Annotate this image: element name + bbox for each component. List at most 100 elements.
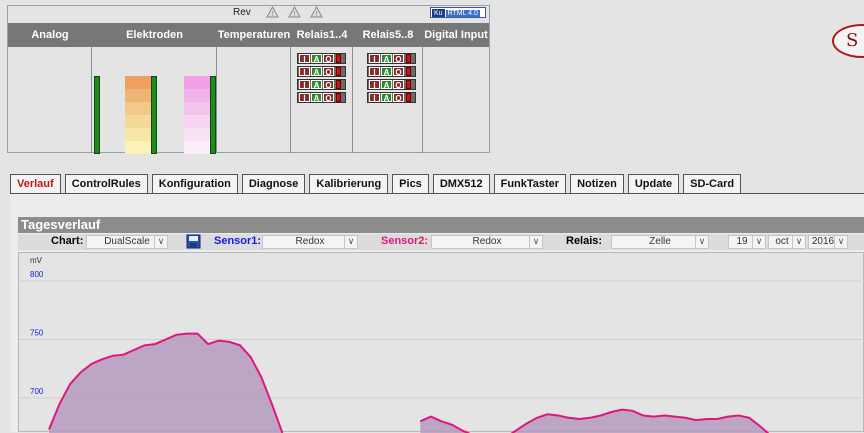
version-badge: Ku RTML 4.0 [430,7,486,18]
electrode-scale-segment [184,76,210,89]
chevron-down-icon: ∨ [529,235,542,249]
chevron-down-icon: ∨ [695,235,708,249]
tab-update[interactable]: Update [627,174,680,193]
relay-i-button[interactable]: I [369,67,380,77]
sensor2-select[interactable]: Redox ∨ [431,235,543,249]
relay-i-button[interactable]: I [369,93,380,103]
relay-o-button[interactable]: O [323,67,334,77]
relay-a-button[interactable]: A [381,54,392,64]
brand-logo: S [832,24,864,58]
relay-row: IAO [297,66,346,77]
relay-status-led [406,80,411,89]
relay-i-button[interactable]: I [299,54,310,64]
relay-status-led [406,67,411,76]
main-tabs: Verlauf ControlRules Konfiguration Diagnose… [10,174,745,194]
relais5-8-cell: IAOIAOIAOIAO [353,47,423,153]
electrode-color-scale [125,76,151,154]
relais-label: Relais: [566,235,603,247]
panel-titlebar: Rev ! ! ! Ku RTML 4.0 [8,6,489,20]
status-panel: Rev ! ! ! Ku RTML 4.0 Analog Elektroden T… [7,5,490,154]
relais-value: Zelle [649,236,671,247]
relay-a-button[interactable]: A [381,93,392,103]
svg-text:!: ! [293,10,296,18]
digital-input-cell [423,47,489,153]
relay-i-button[interactable]: I [299,93,310,103]
relay-i-button[interactable]: I [299,67,310,77]
relay-a-button[interactable]: A [381,80,392,90]
tab-notizen[interactable]: Notizen [570,174,624,193]
electrode-level-bar [94,76,100,154]
tab-diagnose[interactable]: Diagnose [241,174,306,193]
y-axis-unit-label: mV [30,256,43,265]
relay-a-button[interactable]: A [311,80,322,90]
warning-icon: ! [310,6,323,18]
tab-dmx512[interactable]: DMX512 [432,174,490,193]
electrode-scale-segment [184,128,210,141]
relay-row: IAO [367,53,416,64]
electrode-scale-segment [125,76,151,89]
relay-i-button[interactable]: I [369,54,380,64]
relay-o-button[interactable]: O [393,93,404,103]
tab-funktaster[interactable]: FunkTaster [493,174,567,193]
sensor1-value: Redox [295,236,325,247]
relay-row: IAO [367,92,416,103]
relay-a-button[interactable]: A [311,54,322,64]
brand-logo-text: S [846,30,859,51]
relay-status-led [336,67,341,76]
relay-row: IAO [367,66,416,77]
tab-pics[interactable]: Pics [392,174,429,193]
electrode-level-bar [151,76,157,154]
chevron-down-icon: ∨ [834,235,847,249]
relay-status-led [336,80,341,89]
tab-content: Tagesverlauf Chart: DualScale ∨ Sensor1: … [10,194,864,433]
tab-kalibrierung[interactable]: Kalibrierung [309,174,389,193]
relais-select[interactable]: Zelle ∨ [611,235,709,249]
warning-icon: ! [266,6,279,18]
relay-status-led [406,93,411,102]
day-select[interactable]: 19 ∨ [728,235,766,249]
chevron-down-icon: ∨ [344,235,357,249]
relay-o-button[interactable]: O [323,54,334,64]
electrode-color-scale [184,76,210,154]
month-select[interactable]: oct ∨ [768,235,806,249]
relay-row: IAO [367,79,416,90]
column-header-relais1-4: Relais1..4 [296,29,348,41]
relay-a-button[interactable]: A [381,67,392,77]
tagesverlauf-chart: mV 700 750 800 [18,252,864,433]
column-header-elektroden: Elektroden [126,29,183,41]
relay-a-button[interactable]: A [311,67,322,77]
relay-o-button[interactable]: O [323,93,334,103]
electrode-scale-segment [125,89,151,102]
y-tick-label: 800 [30,270,44,279]
sensor1-select[interactable]: Redox ∨ [262,235,358,249]
version-logo: Ku [432,9,445,17]
relay-o-button[interactable]: O [393,80,404,90]
relay-row: IAO [297,53,346,64]
chart-type-select[interactable]: DualScale ∨ [86,235,168,249]
chevron-down-icon: ∨ [792,235,805,249]
tab-controlrules[interactable]: ControlRules [64,174,148,193]
chart-toolbar: Chart: DualScale ∨ Sensor1: Redox ∨ Sensor… [18,234,864,250]
relay-status-led [336,54,341,63]
relay-o-button[interactable]: O [393,54,404,64]
relay-i-button[interactable]: I [299,80,310,90]
relay-a-button[interactable]: A [311,93,322,103]
relay-row: IAO [297,79,346,90]
chart-type-label: Chart: [51,235,84,247]
tab-konfiguration[interactable]: Konfiguration [151,174,238,193]
analog-cell [8,47,92,153]
tab-verlauf[interactable]: Verlauf [10,174,61,194]
year-select[interactable]: 2016 ∨ [808,235,848,249]
version-text: RTML 4.0 [445,10,480,17]
relay-i-button[interactable]: I [369,80,380,90]
chart-type-value: DualScale [104,236,150,247]
save-icon[interactable] [186,234,201,249]
relay-o-button[interactable]: O [323,80,334,90]
tab-sd-card[interactable]: SD-Card [683,174,742,193]
column-header-analog: Analog [31,29,69,41]
elektroden-cell [92,47,217,154]
column-header-digital-input: Digital Input [424,29,488,41]
warning-icon: ! [288,6,301,18]
relay-o-button[interactable]: O [393,67,404,77]
temperaturen-cell [217,47,291,153]
